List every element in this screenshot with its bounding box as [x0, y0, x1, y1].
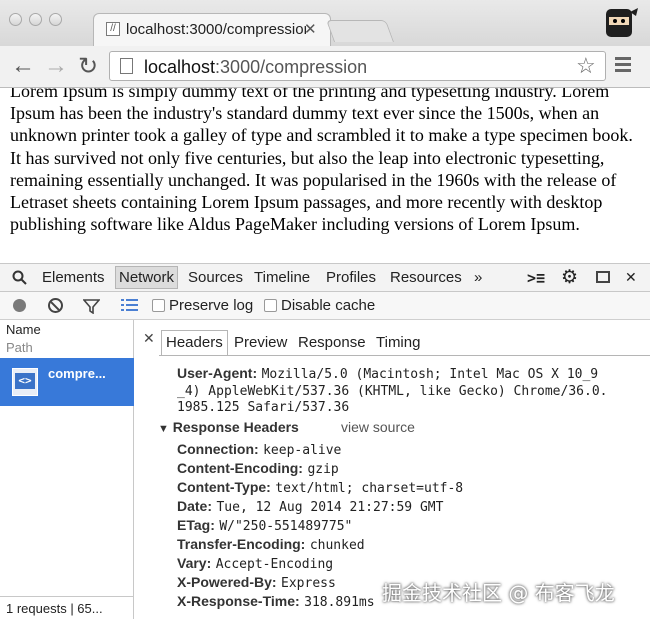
request-detail-tabs: ✕ Headers Preview Response Timing	[135, 320, 650, 356]
browser-tab[interactable]: // localhost:3000/compression ✕	[93, 13, 331, 47]
browser-toolbar: ← → ↻ localhost:3000/compression ☆	[0, 46, 650, 88]
response-headers-title: Response Headers	[172, 419, 299, 435]
response-header-row: ETag: W/"250-551489775"	[177, 517, 352, 535]
column-header-path: Path	[6, 340, 33, 355]
tab-favicon-icon: //	[106, 22, 120, 36]
tab-preview[interactable]: Preview	[234, 334, 287, 351]
user-agent-line-3: 1985.125 Safari/537.36	[177, 400, 350, 415]
tab-timing[interactable]: Timing	[376, 334, 420, 351]
html-document-icon: <>	[12, 368, 38, 396]
close-devtools-icon[interactable]: ✕	[625, 269, 637, 286]
tab-network[interactable]: Network	[115, 266, 179, 289]
header-key: Vary:	[177, 555, 212, 571]
request-row[interactable]: <> compre...	[0, 358, 134, 406]
header-key: Connection:	[177, 441, 259, 457]
zoom-window-button[interactable]	[49, 13, 62, 26]
tab-timeline[interactable]: Timeline	[254, 269, 310, 286]
inspect-search-icon[interactable]	[12, 270, 28, 286]
url-text: localhost:3000/compression	[144, 57, 368, 77]
header-key: Date:	[177, 498, 213, 514]
header-key: X-Powered-By:	[177, 574, 277, 590]
console-drawer-icon[interactable]: >≡	[527, 269, 545, 287]
header-key: User-Agent:	[177, 365, 258, 381]
response-header-row: Connection: keep-alive	[177, 441, 341, 459]
filter-funnel-icon[interactable]	[83, 298, 100, 314]
response-header-row: Date: Tue, 12 Aug 2014 21:27:59 GMT	[177, 498, 443, 516]
header-key: X-Response-Time:	[177, 593, 300, 609]
close-detail-icon[interactable]: ✕	[143, 330, 155, 347]
header-value: Express	[281, 576, 336, 591]
tab-close-icon[interactable]: ✕	[304, 20, 317, 38]
header-key: Content-Encoding:	[177, 460, 303, 476]
request-name: compre...	[48, 366, 106, 381]
incognito-ninja-icon	[606, 8, 638, 37]
column-header-name[interactable]: Name	[6, 322, 41, 337]
request-list: Name Path <> compre... 1 requests | 65..…	[0, 320, 134, 619]
disable-cache-label: Disable cache	[281, 297, 376, 314]
tab-profiles[interactable]: Profiles	[326, 269, 376, 286]
network-toolbar: Preserve log Disable cache	[0, 292, 650, 320]
header-value: keep-alive	[263, 443, 342, 458]
header-value: Mozilla/5.0 (Macintosh; Intel Mac OS X 1…	[261, 367, 599, 382]
window-titlebar: // localhost:3000/compression ✕	[0, 0, 650, 47]
address-bar[interactable]: localhost:3000/compression ☆	[109, 51, 606, 81]
devtools-panel-bar: Elements Network Sources Timeline Profil…	[0, 263, 650, 292]
browser-menu-icon[interactable]	[615, 57, 631, 75]
settings-gear-icon[interactable]: ⚙	[561, 266, 578, 289]
new-tab-button[interactable]	[325, 20, 395, 42]
tab-resources[interactable]: Resources	[390, 269, 462, 286]
tab-sources[interactable]: Sources	[188, 269, 243, 286]
header-value: gzip	[307, 462, 339, 477]
response-header-row: Vary: Accept-Encoding	[177, 555, 333, 573]
preserve-log-label: Preserve log	[169, 297, 254, 314]
header-value: Accept-Encoding	[215, 557, 334, 572]
large-rows-list-icon[interactable]	[121, 298, 138, 313]
watermark: 掘金技术社区 @ 布客飞龙	[382, 581, 615, 605]
response-header-row: Transfer-Encoding: chunked	[177, 536, 365, 554]
response-header-row: Content-Encoding: gzip	[177, 460, 339, 478]
page-icon	[120, 58, 133, 74]
reload-icon[interactable]: ↻	[78, 52, 98, 81]
header-value: W/"250-551489775"	[219, 519, 353, 534]
response-header-row: X-Response-Time: 318.891ms	[177, 593, 375, 611]
page-paragraph: Lorem Ipsum is simply dummy text of the …	[10, 88, 638, 235]
clear-icon[interactable]	[48, 298, 63, 313]
response-header-row: Content-Type: text/html; charset=utf-8	[177, 479, 463, 497]
tab-response[interactable]: Response	[298, 334, 366, 351]
tab-underline	[159, 355, 650, 356]
triangle-down-icon: ▼	[158, 423, 169, 435]
user-agent-line-2: _4) AppleWebKit/537.36 (KHTML, like Geck…	[177, 384, 608, 399]
tab-headers[interactable]: Headers	[161, 330, 228, 355]
paragraph-rest: Ipsum has been the industry's standard d…	[10, 103, 633, 235]
status-summary: 1 requests | 65...	[0, 596, 134, 619]
response-headers-toggle[interactable]: ▼ Response Headers	[158, 419, 299, 435]
more-tabs-icon[interactable]: »	[474, 269, 482, 286]
close-window-button[interactable]	[9, 13, 22, 26]
minimize-window-button[interactable]	[29, 13, 42, 26]
header-value: chunked	[309, 538, 365, 553]
tab-elements[interactable]: Elements	[42, 269, 105, 286]
forward-arrow-icon[interactable]: →	[44, 52, 68, 80]
header-value: text/html; charset=utf-8	[275, 481, 464, 496]
header-key: Content-Type:	[177, 479, 271, 495]
header-key: ETag:	[177, 517, 215, 533]
header-value: 318.891ms	[304, 595, 375, 610]
paragraph-first-line: Lorem Ipsum is simply dummy text of the …	[10, 88, 610, 101]
preserve-log-checkbox[interactable]	[152, 299, 165, 312]
page-viewport: Lorem Ipsum is simply dummy text of the …	[0, 88, 650, 258]
user-agent-row: User-Agent: Mozilla/5.0 (Macintosh; Inte…	[177, 365, 598, 383]
header-value: Tue, 12 Aug 2014 21:27:59 GMT	[216, 500, 444, 515]
disable-cache-checkbox[interactable]	[264, 299, 277, 312]
tab-title: localhost:3000/compression	[126, 21, 306, 38]
bookmark-star-icon[interactable]: ☆	[576, 53, 596, 79]
dock-icon[interactable]	[596, 271, 610, 283]
view-source-link[interactable]: view source	[341, 419, 415, 435]
header-key: Transfer-Encoding:	[177, 536, 306, 552]
response-header-row: X-Powered-By: Express	[177, 574, 336, 592]
back-arrow-icon[interactable]: ←	[11, 52, 35, 80]
record-icon[interactable]	[13, 299, 26, 312]
